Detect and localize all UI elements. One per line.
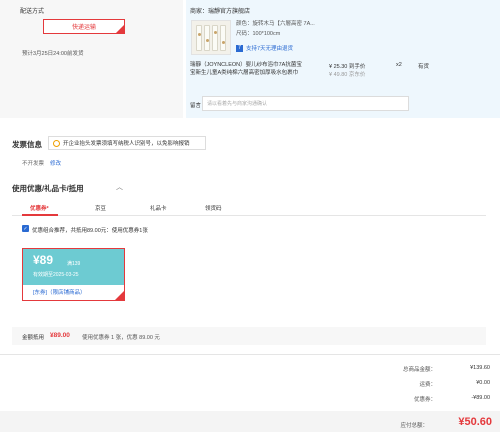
invoice-tip-text: 开企业抬头发票须填写纳税人识别号，以免影响报销 bbox=[63, 141, 190, 147]
remark-input[interactable]: 请以看着先与商家沟通确认 bbox=[202, 96, 409, 111]
coupon-condition: 满139 bbox=[67, 261, 81, 267]
product-name[interactable]: 瑞靜（JOYNCLEON）婴儿纱布浴巾7A抗菌宝 宝新生儿童A类纯棉六層高密加厚… bbox=[190, 62, 312, 77]
discount-value: -¥89.00 bbox=[471, 395, 490, 401]
tab-jingdou[interactable]: 京豆 bbox=[95, 204, 106, 212]
product-size: 尺码：100*100cm bbox=[236, 31, 281, 37]
coupon-card[interactable]: ¥89 满139 有效期至2025-03-25 [东券]（限店铺商品） bbox=[22, 248, 125, 301]
tab-badge: * bbox=[46, 206, 49, 212]
payable-label: 应付总额： bbox=[400, 423, 428, 429]
divider bbox=[0, 354, 500, 355]
chevron-up-icon[interactable]: ︿ bbox=[116, 182, 123, 192]
combo-recommend-text: 优惠组合推荐，共抵用89.00元：使用优惠券1张 bbox=[32, 228, 148, 234]
total-value: ¥139.60 bbox=[470, 365, 490, 371]
tab-gift-card[interactable]: 礼品卡 bbox=[150, 204, 167, 212]
shipping-method-label: 快递运输 bbox=[71, 25, 96, 31]
deduct-amount: ¥89.00 bbox=[50, 332, 70, 339]
stock-status: 有货 bbox=[418, 64, 430, 70]
payable-value: ¥50.60 bbox=[458, 416, 492, 428]
deduct-label: 金额抵用 bbox=[22, 335, 45, 341]
coupon-amount: ¥89 bbox=[33, 253, 54, 267]
shipping-title: 配送方式 bbox=[20, 9, 45, 15]
product-original-price: ¥ 49.80 京东价 bbox=[329, 72, 366, 78]
invoice-status: 不开发票 bbox=[22, 161, 45, 167]
freight-value: ¥0.00 bbox=[476, 380, 490, 386]
tab-active-indicator bbox=[22, 214, 58, 216]
product-color: 颜色：旋转木马【六層高密 7A... bbox=[236, 21, 315, 27]
tab-pickup-code[interactable]: 领货码 bbox=[205, 204, 222, 212]
lightbulb-icon bbox=[53, 139, 60, 147]
invoice-edit-link[interactable]: 修改 bbox=[50, 159, 61, 167]
discount-label: 优惠券： bbox=[413, 397, 436, 403]
selected-check-icon bbox=[115, 291, 124, 300]
product-name-line2: 宝新生儿童A类纯棉六層高密加厚吸水包裹巾 bbox=[190, 69, 299, 76]
selected-check-icon bbox=[116, 25, 124, 33]
return-service[interactable]: 7 支持7天无理由退货 bbox=[236, 44, 293, 52]
shop-name[interactable]: 商家：瑞靜官方旗舰店 bbox=[190, 6, 250, 15]
coupons-title[interactable]: 使用优惠/礼品卡/抵用 bbox=[12, 183, 84, 194]
coupon-tabs bbox=[12, 200, 486, 216]
return-service-label: 支持7天无理由退货 bbox=[246, 46, 294, 52]
shipping-estimate: 预计3月25日24:00前发货 bbox=[22, 51, 84, 57]
product-name-line1: 瑞靜（JOYNCLEON）婴儿纱布浴巾7A抗菌宝 bbox=[190, 62, 302, 68]
freight-label: 运费： bbox=[419, 382, 436, 388]
shipping-panel bbox=[0, 0, 183, 118]
product-price: ¥ 25.30 到手价 bbox=[329, 64, 366, 70]
service-badge-icon: 7 bbox=[236, 44, 243, 52]
coupon-validity: 有效期至2025-03-25 bbox=[33, 272, 79, 278]
invoice-title: 发票信息 bbox=[12, 140, 42, 149]
tab-coupons[interactable]: 优惠券* bbox=[30, 204, 49, 212]
shipping-method-button[interactable]: 快递运输 bbox=[43, 19, 125, 34]
invoice-tip: 开企业抬头发票须填写纳税人识别号，以免影响报销 bbox=[48, 136, 206, 150]
total-label: 总商品金额： bbox=[402, 367, 436, 373]
coupon-scope: [东券]（限店铺商品） bbox=[33, 290, 86, 296]
product-quantity: x2 bbox=[396, 62, 402, 68]
deduct-detail: 使用优惠券 1 张，优惠 89.00 元 bbox=[82, 335, 160, 341]
product-image[interactable] bbox=[191, 20, 231, 55]
tab-coupons-label: 优惠券 bbox=[30, 206, 47, 212]
combo-checkbox[interactable]: ✓ bbox=[22, 225, 29, 232]
